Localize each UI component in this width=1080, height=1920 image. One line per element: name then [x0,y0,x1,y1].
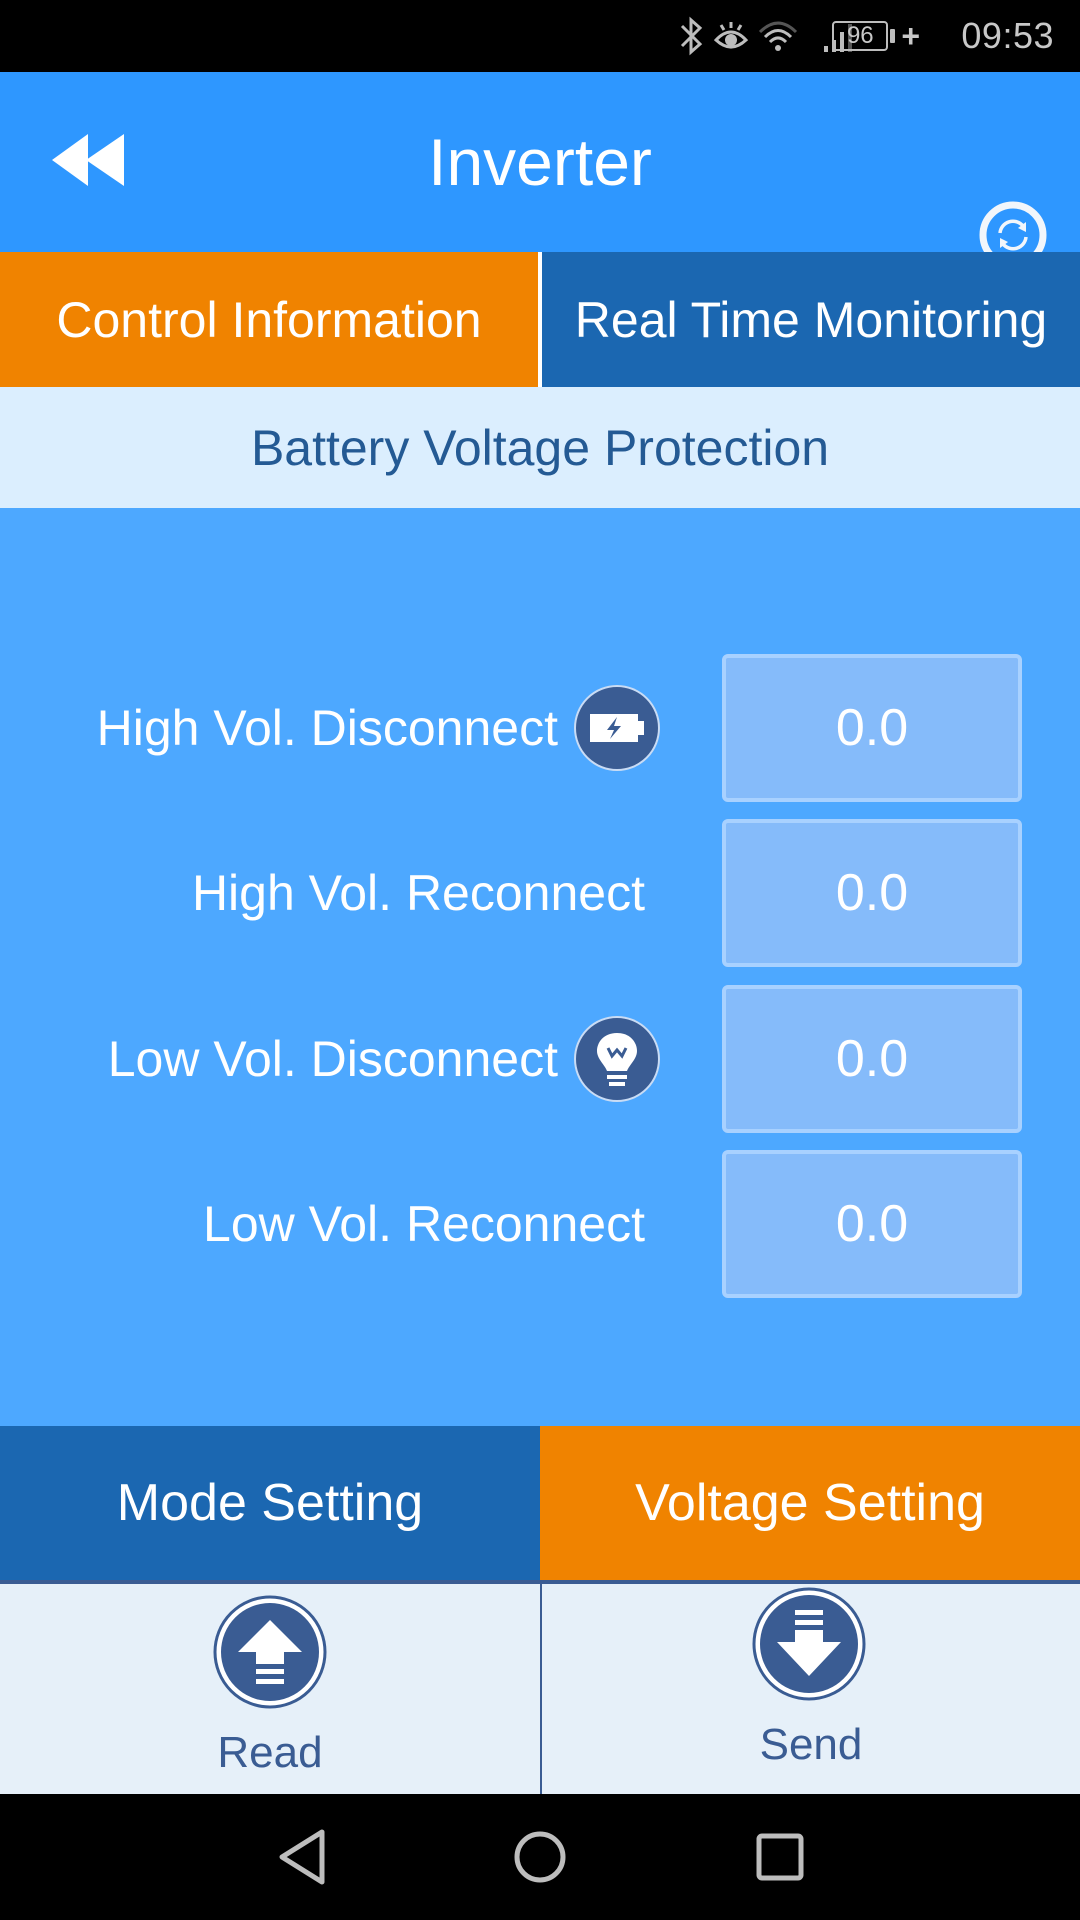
battery-tip [890,29,896,43]
read-button[interactable]: Read [0,1584,540,1794]
top-tabs: Control Information Real Time Monitoring [0,252,1080,387]
setting-label: High Vol. Reconnect [191,865,645,921]
send-button[interactable]: Send [540,1584,1080,1794]
page-title: Inverter [428,125,652,199]
eye-comfort-icon [712,0,750,72]
tab-control-information[interactable]: Control Information [0,252,538,387]
high-vol-reconnect-input[interactable]: 0.0 [722,819,1022,967]
send-label: Send [759,1720,863,1769]
read-label: Read [217,1728,323,1777]
setting-row-low-vol-disconnect: Low Vol. Disconnect 0.0 [0,985,1080,1133]
tab-real-time-monitoring[interactable]: Real Time Monitoring [542,252,1080,387]
nav-recents-button[interactable] [747,1824,813,1890]
voltage-settings-panel: High Vol. Disconnect 0.0 High Vol. Recon… [0,508,1080,1426]
system-nav-bar [0,1794,1080,1920]
high-vol-disconnect-input[interactable]: 0.0 [722,654,1022,802]
setting-label: Low Vol. Disconnect [107,1031,558,1087]
action-bar: Read Send [0,1580,1080,1794]
battery-level: 96 [832,21,889,51]
home-circle-icon [514,1831,566,1883]
setting-row-high-vol-disconnect: High Vol. Disconnect 0.0 [0,654,1080,802]
lightbulb-icon [573,1015,661,1103]
bluetooth-icon [678,0,706,72]
charging-icon: + [901,17,920,54]
bottom-tabs: Mode Setting Voltage Setting [0,1426,1080,1580]
setting-label: High Vol. Disconnect [96,700,558,756]
setting-row-low-vol-reconnect: Low Vol. Reconnect 0.0 [0,1150,1080,1298]
battery-charging-icon [573,684,661,772]
back-triangle-icon [279,1829,325,1885]
wifi-icon [758,0,798,72]
status-time: 09:53 [961,15,1054,56]
low-vol-reconnect-input[interactable]: 0.0 [722,1150,1022,1298]
battery-indicator: 96 + [832,0,920,72]
app-header: Inverter [0,72,1080,269]
section-title: Battery Voltage Protection [0,387,1080,508]
setting-row-high-vol-reconnect: High Vol. Reconnect 0.0 [0,819,1080,967]
nav-home-button[interactable] [507,1824,573,1890]
tab-voltage-setting[interactable]: Voltage Setting [540,1426,1080,1580]
low-vol-disconnect-input[interactable]: 0.0 [722,985,1022,1133]
tab-mode-setting[interactable]: Mode Setting [0,1426,540,1580]
nav-back-button[interactable] [272,1824,338,1890]
download-arrow-icon [751,1586,867,1702]
status-bar: 96 + 09:53 [0,0,1080,72]
setting-label: Low Vol. Reconnect [203,1196,645,1252]
upload-arrow-icon [212,1594,328,1710]
recents-square-icon [756,1833,804,1881]
